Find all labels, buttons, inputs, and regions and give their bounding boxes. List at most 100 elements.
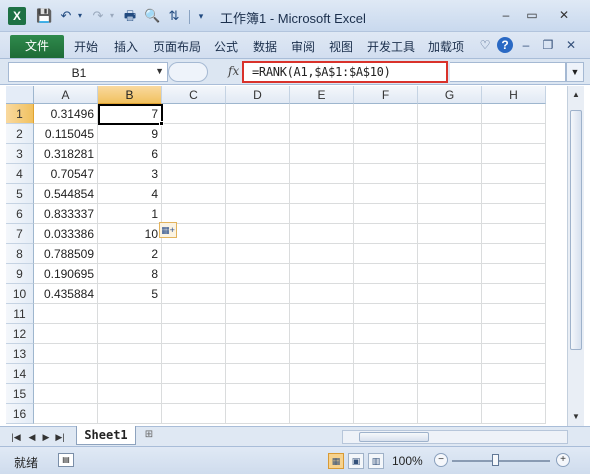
cell-d6[interactable] xyxy=(226,204,290,224)
undo-dropdown-icon[interactable]: ▾ xyxy=(72,8,88,24)
cell-e13[interactable] xyxy=(290,344,354,364)
workbook-minimize-icon[interactable]: – xyxy=(518,37,534,53)
cell-c16[interactable] xyxy=(162,404,226,424)
tab-file[interactable]: 文件 xyxy=(10,35,64,58)
cell-h5[interactable] xyxy=(482,184,546,204)
cell-a4[interactable]: 0.70547 xyxy=(34,164,98,184)
cell-f4[interactable] xyxy=(354,164,418,184)
row-header-2[interactable]: 2 xyxy=(6,124,34,144)
cell-b4[interactable]: 3 xyxy=(98,164,162,184)
cell-h9[interactable] xyxy=(482,264,546,284)
tab-home[interactable]: 开始 xyxy=(74,38,98,55)
cell-c3[interactable] xyxy=(162,144,226,164)
cell-f11[interactable] xyxy=(354,304,418,324)
cell-e16[interactable] xyxy=(290,404,354,424)
cell-a11[interactable] xyxy=(34,304,98,324)
column-header-b[interactable]: B xyxy=(98,86,162,104)
cell-c5[interactable] xyxy=(162,184,226,204)
cell-f7[interactable] xyxy=(354,224,418,244)
expand-formula-bar-icon[interactable]: ▼ xyxy=(566,62,584,82)
tab-addins[interactable]: 加载项 xyxy=(428,38,464,55)
column-header-d[interactable]: D xyxy=(226,86,290,104)
insert-sheet-icon[interactable]: ⊞ xyxy=(140,429,158,443)
cell-a5[interactable]: 0.544854 xyxy=(34,184,98,204)
cell-e11[interactable] xyxy=(290,304,354,324)
cell-a1[interactable]: 0.31496 xyxy=(34,104,98,124)
cell-h10[interactable] xyxy=(482,284,546,304)
scroll-down-icon[interactable]: ▼ xyxy=(569,410,583,424)
paste-options-icon[interactable]: ▦+ xyxy=(159,222,177,238)
cell-c15[interactable] xyxy=(162,384,226,404)
cell-d13[interactable] xyxy=(226,344,290,364)
page-break-view-icon[interactable]: ▥ xyxy=(368,453,384,469)
cell-c1[interactable] xyxy=(162,104,226,124)
cell-d2[interactable] xyxy=(226,124,290,144)
save-icon[interactable]: 💾 xyxy=(36,8,52,24)
column-header-c[interactable]: C xyxy=(162,86,226,104)
cell-b6[interactable]: 1 xyxy=(98,204,162,224)
cell-d15[interactable] xyxy=(226,384,290,404)
cell-b14[interactable] xyxy=(98,364,162,384)
cell-e8[interactable] xyxy=(290,244,354,264)
cell-a15[interactable] xyxy=(34,384,98,404)
cell-g4[interactable] xyxy=(418,164,482,184)
cell-d5[interactable] xyxy=(226,184,290,204)
cell-e5[interactable] xyxy=(290,184,354,204)
cell-f2[interactable] xyxy=(354,124,418,144)
cell-b2[interactable]: 9 xyxy=(98,124,162,144)
cell-b12[interactable] xyxy=(98,324,162,344)
cell-h16[interactable] xyxy=(482,404,546,424)
cell-h1[interactable] xyxy=(482,104,546,124)
tab-developer[interactable]: 开发工具 xyxy=(367,38,415,55)
cell-h12[interactable] xyxy=(482,324,546,344)
cell-a12[interactable] xyxy=(34,324,98,344)
last-sheet-icon[interactable]: ▶| xyxy=(54,430,66,444)
cell-d3[interactable] xyxy=(226,144,290,164)
cell-a16[interactable] xyxy=(34,404,98,424)
restore-button[interactable]: ▭ xyxy=(520,6,544,24)
zoom-level[interactable]: 100% xyxy=(392,454,423,468)
cell-f8[interactable] xyxy=(354,244,418,264)
cell-d16[interactable] xyxy=(226,404,290,424)
cell-d8[interactable] xyxy=(226,244,290,264)
cell-b10[interactable]: 5 xyxy=(98,284,162,304)
cell-c11[interactable] xyxy=(162,304,226,324)
cell-f13[interactable] xyxy=(354,344,418,364)
help-icon[interactable]: ? xyxy=(497,37,513,53)
record-macro-icon[interactable]: ▤ xyxy=(58,453,74,467)
cell-b16[interactable] xyxy=(98,404,162,424)
fill-handle[interactable] xyxy=(159,121,164,126)
row-header-14[interactable]: 14 xyxy=(6,364,34,384)
cell-b3[interactable]: 6 xyxy=(98,144,162,164)
cell-f16[interactable] xyxy=(354,404,418,424)
print-icon[interactable]: 🖶 xyxy=(122,8,138,24)
cell-g3[interactable] xyxy=(418,144,482,164)
cell-f14[interactable] xyxy=(354,364,418,384)
cell-c12[interactable] xyxy=(162,324,226,344)
cell-b9[interactable]: 8 xyxy=(98,264,162,284)
cell-g6[interactable] xyxy=(418,204,482,224)
zoom-slider-thumb[interactable] xyxy=(492,454,499,466)
row-header-3[interactable]: 3 xyxy=(6,144,34,164)
print-preview-icon[interactable]: 🔍 xyxy=(144,8,160,24)
cell-a7[interactable]: 0.033386 xyxy=(34,224,98,244)
next-sheet-icon[interactable]: ▶ xyxy=(40,430,52,444)
cell-h3[interactable] xyxy=(482,144,546,164)
cell-e15[interactable] xyxy=(290,384,354,404)
cell-g12[interactable] xyxy=(418,324,482,344)
cell-c8[interactable] xyxy=(162,244,226,264)
cell-e4[interactable] xyxy=(290,164,354,184)
cell-h2[interactable] xyxy=(482,124,546,144)
cell-e6[interactable] xyxy=(290,204,354,224)
cell-g2[interactable] xyxy=(418,124,482,144)
row-header-16[interactable]: 16 xyxy=(6,404,34,424)
cell-h8[interactable] xyxy=(482,244,546,264)
cell-g16[interactable] xyxy=(418,404,482,424)
tab-review[interactable]: 审阅 xyxy=(291,38,315,55)
cell-a13[interactable] xyxy=(34,344,98,364)
tab-data[interactable]: 数据 xyxy=(253,38,277,55)
cell-h13[interactable] xyxy=(482,344,546,364)
row-header-6[interactable]: 6 xyxy=(6,204,34,224)
cell-g9[interactable] xyxy=(418,264,482,284)
scroll-up-icon[interactable]: ▲ xyxy=(569,88,583,102)
